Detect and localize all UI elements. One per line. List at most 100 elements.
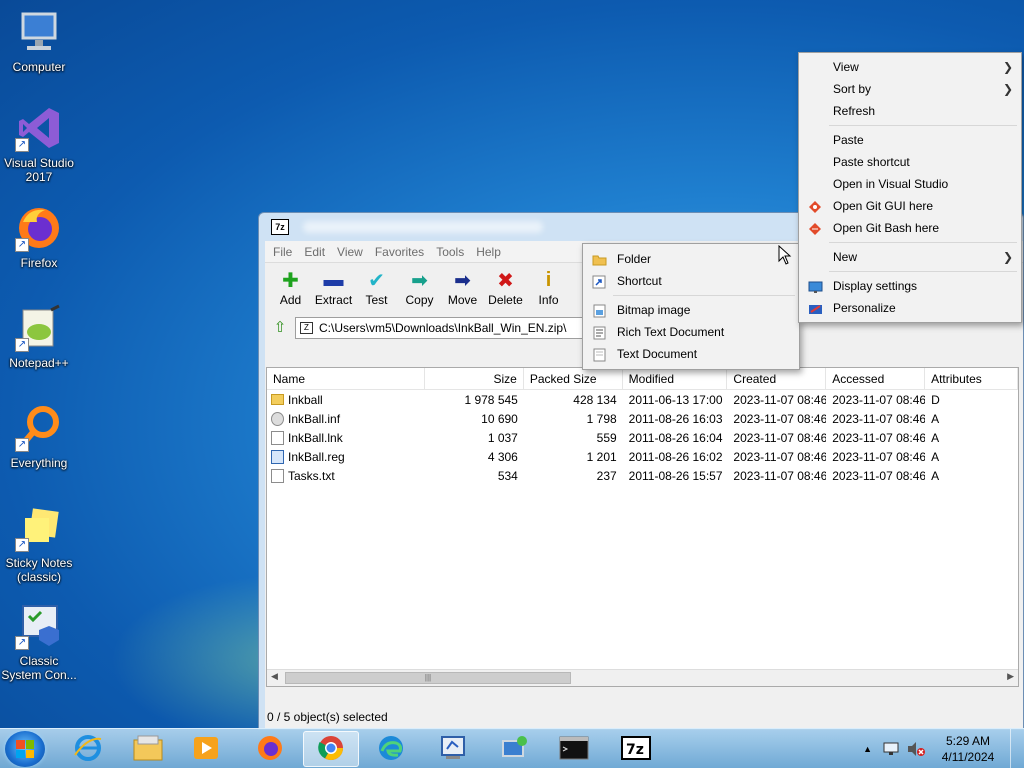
menu-item-open-git-bash-here[interactable]: Open Git Bash here [799, 217, 1021, 239]
menu-item-label: New [833, 250, 858, 264]
toolbar-extract-button[interactable]: ▬ Extract [312, 267, 355, 308]
menu-item-paste[interactable]: Paste [799, 129, 1021, 151]
file-row[interactable]: InkBall.inf 10 690 1 798 2011-08-26 16:03 20… [267, 409, 1018, 428]
path-field[interactable]: Z C:\Users\vm5\Downloads\InkBall_Win_EN.… [295, 317, 585, 339]
start-button[interactable] [5, 731, 45, 767]
up-folder-icon[interactable]: ⇧ [271, 319, 289, 337]
menu-item-label: Sort by [833, 82, 872, 96]
column-header-name[interactable]: Name [267, 368, 426, 390]
desktop-icon-classic-system-config[interactable]: ↗ Classic System Con... [0, 602, 78, 682]
file-list[interactable]: Name Size Packed Size Modified Created A… [266, 367, 1019, 687]
menu-favorites[interactable]: Favorites [369, 245, 430, 259]
column-header-modified[interactable]: Modified [623, 368, 728, 390]
menu-separator [829, 125, 1017, 126]
desktop-icon-notepad-plus-plus[interactable]: ↗ Notepad++ [0, 304, 78, 370]
taskbar-system-configuration-button[interactable] [425, 731, 481, 767]
menu-item-paste-shortcut[interactable]: Paste shortcut [799, 151, 1021, 173]
network-icon[interactable] [882, 741, 900, 757]
menu-item-label: Bitmap image [617, 303, 691, 317]
taskbar-chrome-button[interactable] [303, 731, 359, 767]
desktop-icon-computer[interactable]: Computer [0, 8, 78, 74]
menu-item-shortcut[interactable]: Shortcut [583, 270, 799, 292]
settings-file-icon [271, 411, 284, 426]
taskbar-internet-explorer-button[interactable] [60, 731, 116, 767]
taskbar-file-explorer-button[interactable] [120, 731, 176, 767]
column-header-packed-size[interactable]: Packed Size [524, 368, 623, 390]
file-row[interactable]: Inkball 1 978 545 428 134 2011-06-13 17:00 2… [267, 390, 1018, 409]
path-text: C:\Users\vm5\Downloads\InkBall_Win_EN.zi… [319, 321, 567, 335]
menu-item-personalize[interactable]: Personalize [799, 297, 1021, 319]
menu-item-new[interactable]: New ❯ [799, 246, 1021, 268]
menu-item-folder[interactable]: Folder [583, 248, 799, 270]
scroll-right-icon[interactable]: ▶ [1007, 671, 1014, 682]
horizontal-scrollbar[interactable]: ◀ ||| ▶ [267, 669, 1018, 686]
menu-item-refresh[interactable]: Refresh [799, 100, 1021, 122]
toolbar-button-label: Copy [405, 293, 434, 307]
column-header-created[interactable]: Created [727, 368, 827, 390]
file-attr-cell: A [931, 430, 940, 445]
desktop-icon-sticky-notes[interactable]: ↗ Sticky Notes (classic) [0, 504, 78, 584]
test-icon: ✔ [368, 269, 385, 292]
chrome-icon [316, 733, 346, 766]
taskbar-media-player-button[interactable] [178, 731, 234, 767]
file-icon [271, 468, 284, 483]
menu-help[interactable]: Help [470, 245, 507, 259]
menu-item-rich-text-document[interactable]: Rich Text Document [583, 321, 799, 343]
menu-item-sort-by[interactable]: Sort by ❯ [799, 78, 1021, 100]
file-attr-cell: A [931, 449, 940, 464]
toolbar-add-button[interactable]: ✚ Add [269, 267, 312, 308]
desktop-icon-visual-studio[interactable]: ↗ Visual Studio 2017 [0, 104, 78, 184]
menu-item-label: Personalize [833, 301, 896, 315]
chevron-right-icon: ❯ [1002, 82, 1013, 96]
menu-item-open-in-visual-studio[interactable]: Open in Visual Studio [799, 173, 1021, 195]
desktop-context-menu: View ❯ Sort by ❯ Refresh Paste Paste shortcut O… [798, 52, 1022, 323]
show-hidden-icons-icon[interactable]: ▲ [863, 744, 872, 754]
desktop-icon-everything[interactable]: ↗ Everything [0, 404, 78, 470]
menu-item-open-git-gui-here[interactable]: Open Git GUI here [799, 195, 1021, 217]
file-attr-cell: A [931, 468, 940, 483]
scrollbar-thumb[interactable]: ||| [285, 672, 571, 684]
clock[interactable]: 5:29 AM 4/11/2024 [936, 733, 1000, 765]
taskbar-command-prompt-button[interactable] [546, 731, 602, 767]
file-size-cell: 1 978 545 [464, 392, 518, 407]
menu-item-display-settings[interactable]: Display settings [799, 275, 1021, 297]
menu-edit[interactable]: Edit [298, 245, 331, 259]
rich-text-icon [592, 325, 607, 340]
taskbar-firefox-button[interactable] [242, 731, 298, 767]
command-prompt-icon [559, 735, 589, 764]
status-bar: 0 / 5 object(s) selected [265, 705, 1023, 729]
menu-item-bitmap-image[interactable]: Bitmap image [583, 299, 799, 321]
file-modified-cell: 2011-08-26 16:04 [628, 430, 723, 445]
file-attr-cell: A [931, 411, 940, 426]
desktop-icon-label: Computer [12, 60, 66, 74]
menu-item-label: Paste shortcut [833, 155, 910, 169]
file-row[interactable]: InkBall.reg 4 306 1 201 2011-08-26 16:02 202… [267, 447, 1018, 466]
menu-view[interactable]: View [331, 245, 369, 259]
column-header-attributes[interactable]: Attributes [925, 368, 1018, 390]
menu-item-text-document[interactable]: Text Document [583, 343, 799, 365]
show-desktop-button[interactable] [1010, 729, 1024, 768]
menu-tools[interactable]: Tools [430, 245, 470, 259]
taskbar-7zip-button[interactable]: 7z [608, 731, 664, 767]
scroll-left-icon[interactable]: ◀ [271, 671, 278, 682]
column-header-size[interactable]: Size [425, 368, 524, 390]
menu-item-view[interactable]: View ❯ [799, 56, 1021, 78]
toolbar-delete-button[interactable]: ✖ Delete [484, 267, 527, 308]
taskbar-edge-button[interactable] [363, 731, 419, 767]
registry-file-icon [271, 449, 284, 464]
column-header-accessed[interactable]: Accessed [826, 368, 926, 390]
file-row[interactable]: Tasks.txt 534 237 2011-08-26 15:57 2023-11-0… [267, 466, 1018, 485]
taskbar-remote-desktop-button[interactable] [487, 731, 543, 767]
file-created-cell: 2023-11-07 08:46 [733, 411, 827, 426]
menu-file[interactable]: File [267, 245, 298, 259]
control-panel-icon: ↗ [15, 602, 63, 650]
toolbar-copy-button[interactable]: ➡ Copy [398, 267, 441, 308]
file-row[interactable]: InkBall.lnk 1 037 559 2011-08-26 16:04 2023-… [267, 428, 1018, 447]
toolbar-test-button[interactable]: ✔ Test [355, 267, 398, 308]
toolbar-move-button[interactable]: ➡ Move [441, 267, 484, 308]
add-icon: ✚ [282, 269, 299, 292]
volume-muted-icon[interactable] [906, 741, 926, 757]
desktop-icon-firefox[interactable]: ↗ Firefox [0, 204, 78, 270]
toolbar-info-button[interactable]: i Info [527, 267, 570, 308]
everything-search-icon: ↗ [15, 404, 63, 452]
